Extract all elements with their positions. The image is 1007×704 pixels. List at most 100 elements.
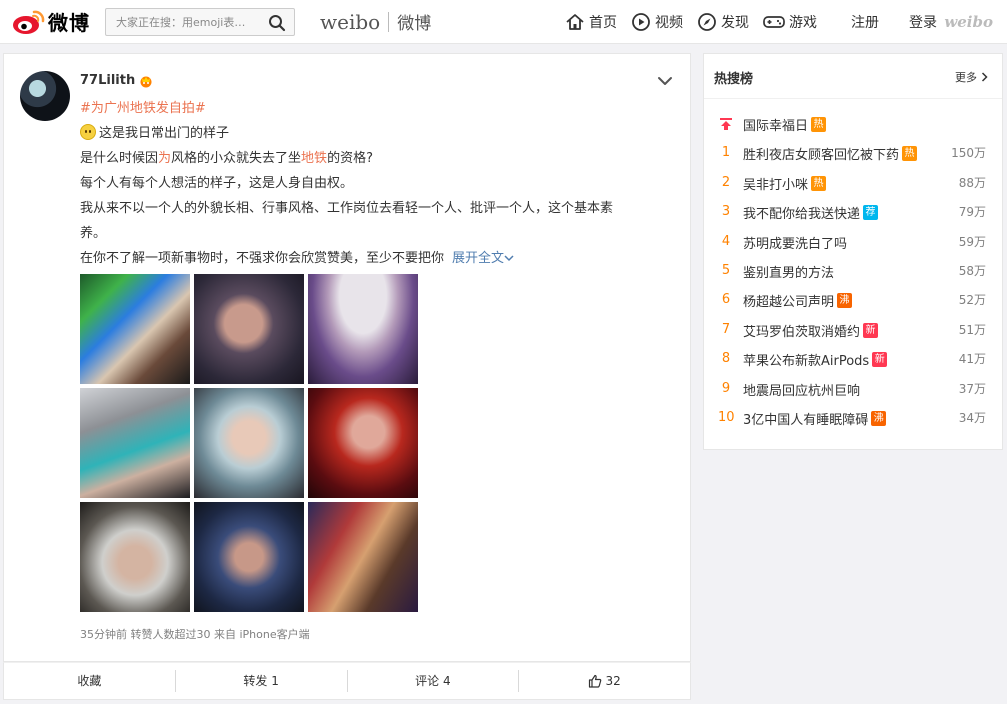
hot-count: 150万 bbox=[951, 146, 986, 161]
comment-label: 评论 4 bbox=[415, 674, 451, 688]
like-count: 32 bbox=[605, 674, 621, 688]
post-line-4b: 养。 bbox=[80, 226, 107, 241]
hot-rank: 4 bbox=[721, 233, 731, 249]
hot-word: 吴非打小咪热 bbox=[743, 174, 827, 193]
post-photo-3[interactable] bbox=[308, 274, 418, 384]
hot-search-row[interactable]: 2 吴非打小咪热 88万 bbox=[704, 168, 1002, 197]
post-photo-8[interactable] bbox=[194, 502, 304, 612]
hot-search-row[interactable]: 4 苏明成要洗白了吗 59万 bbox=[704, 227, 1002, 256]
post-line-4a: 我从来不以一个人的外貌长相、行事风格、工作岗位去看轻一个人、批评一个人，这个基本… bbox=[80, 201, 614, 216]
expand-label: 展开全文 bbox=[452, 251, 505, 266]
hot-word-text: 鉴别直男的方法 bbox=[743, 265, 835, 281]
hot-word-text: 3亿中国人有睡眠障碍 bbox=[743, 412, 869, 428]
post-photo-9[interactable] bbox=[308, 502, 418, 612]
hot-word: 杨超越公司声明沸 bbox=[743, 291, 853, 311]
hot-badge: 荐 bbox=[863, 205, 879, 221]
post-photo-7[interactable] bbox=[80, 502, 190, 612]
compass-icon bbox=[698, 13, 716, 31]
hot-count: 58万 bbox=[958, 263, 986, 278]
hot-count: 51万 bbox=[958, 322, 986, 337]
hot-count: 79万 bbox=[958, 205, 986, 220]
post-line-2a: 是什么时候因 bbox=[80, 151, 159, 166]
hot-search-title: 热搜榜 bbox=[714, 72, 754, 87]
nav-games[interactable]: 游戏 bbox=[763, 12, 817, 32]
hot-search-row[interactable]: 7 艾玛罗伯茨取消婚约新 51万 bbox=[704, 315, 1002, 344]
post-content: #为广州地铁发自拍# 这是我日常出门的样子 是什么时候因为风格的小众就失去了坐地… bbox=[80, 96, 670, 271]
search-icon[interactable] bbox=[268, 14, 286, 32]
expand-full-text-link[interactable]: 展开全文 bbox=[452, 251, 514, 266]
hot-search-row[interactable]: 8 苹果公布新款AirPods 新 41万 bbox=[704, 344, 1002, 373]
nav-home[interactable]: 首页 bbox=[565, 12, 617, 32]
hot-word-text: 苏明成要洗白了吗 bbox=[743, 236, 848, 252]
brand-en: weibo bbox=[320, 9, 381, 34]
main-nav: 首页 视频 发现 游戏 注册 登录 bbox=[565, 0, 937, 44]
nav-home-label: 首页 bbox=[589, 15, 617, 31]
hot-search-header: 热搜榜 更多 bbox=[704, 54, 1002, 99]
post-photo-4[interactable] bbox=[80, 388, 190, 498]
keyword-highlight-1: 为 bbox=[158, 151, 172, 166]
post-photo-2[interactable] bbox=[194, 274, 304, 384]
hot-word-text: 杨超越公司声明 bbox=[743, 295, 835, 311]
comment-button[interactable]: 评论 4 bbox=[346, 670, 519, 692]
post-line-2c: 的资格? bbox=[327, 151, 373, 166]
search-input[interactable] bbox=[106, 9, 266, 35]
post-author: 77Lilith bbox=[80, 73, 153, 88]
hot-word: 我不配你给我送快递荐 bbox=[743, 203, 879, 222]
hot-badge: 热 bbox=[811, 117, 827, 132]
hot-search-row[interactable]: 1 胜利夜店女顾客回忆被下药热 150万 bbox=[704, 138, 1002, 167]
hot-more-link[interactable]: 更多 bbox=[955, 69, 988, 85]
hot-word-text: 苹果公布新款AirPods bbox=[743, 354, 870, 370]
nav-games-label: 游戏 bbox=[789, 15, 817, 31]
home-icon bbox=[566, 14, 584, 30]
post-line-2b: 风格的小众就失去了坐 bbox=[171, 151, 302, 166]
post-photo-1[interactable] bbox=[80, 274, 190, 384]
like-button[interactable]: 32 bbox=[518, 670, 690, 692]
hot-word: 鉴别直男的方法 bbox=[743, 262, 834, 281]
avatar[interactable] bbox=[20, 71, 70, 121]
hot-word-text: 胜利夜店女顾客回忆被下药 bbox=[743, 148, 900, 164]
register-link[interactable]: 注册 bbox=[851, 12, 879, 32]
hot-word: 苹果公布新款AirPods 新 bbox=[743, 350, 888, 370]
hot-rank: 1 bbox=[721, 145, 731, 161]
hot-count: 37万 bbox=[958, 381, 986, 396]
post-line-5: 在你不了解一项新事物时，不强求你会欣赏赞美，至少不要把你 bbox=[80, 251, 445, 266]
chevron-down-icon[interactable] bbox=[656, 74, 674, 88]
pin-top-icon bbox=[720, 118, 732, 130]
hot-word-text: 吴非打小咪 bbox=[743, 177, 809, 193]
post-photo-6[interactable] bbox=[308, 388, 418, 498]
hot-rank: 10 bbox=[718, 409, 735, 425]
hot-count: 52万 bbox=[958, 293, 986, 308]
nav-video[interactable]: 视频 bbox=[631, 12, 683, 32]
hot-badge: 沸 bbox=[837, 293, 853, 309]
topic-hashtag[interactable]: #为广州地铁发自拍# bbox=[80, 101, 206, 116]
post-photo-5[interactable] bbox=[194, 388, 304, 498]
hot-badge: 新 bbox=[872, 352, 888, 368]
brand-cn: 微博 bbox=[397, 14, 432, 34]
chevron-down-small-icon bbox=[504, 255, 514, 262]
collect-button[interactable]: 收藏 bbox=[4, 670, 175, 692]
weibo-logo[interactable]: 微博 bbox=[12, 7, 90, 36]
hot-search-row[interactable]: 3 我不配你给我送快递荐 79万 bbox=[704, 197, 1002, 226]
chevron-right-icon bbox=[981, 72, 988, 82]
username-link[interactable]: 77Lilith bbox=[80, 73, 135, 88]
hot-rank: 8 bbox=[721, 351, 731, 367]
smile-emoji-icon bbox=[80, 124, 96, 140]
hot-word: 苏明成要洗白了吗 bbox=[743, 233, 847, 252]
weibo-eye-icon bbox=[13, 10, 45, 34]
hot-word: 3亿中国人有睡眠障碍沸 bbox=[743, 409, 887, 428]
repost-label: 转发 1 bbox=[243, 674, 279, 688]
login-link[interactable]: 登录 bbox=[909, 12, 937, 32]
nav-discover[interactable]: 发现 bbox=[697, 12, 749, 32]
hot-word: 艾玛罗伯茨取消婚约新 bbox=[743, 321, 879, 340]
hot-search-row[interactable]: 9 地震局回应杭州巨响 37万 bbox=[704, 374, 1002, 403]
hot-search-pinned-row[interactable]: 国际幸福日热 bbox=[704, 109, 1002, 138]
hot-search-row[interactable]: 6 杨超越公司声明沸 52万 bbox=[704, 285, 1002, 314]
hot-search-row[interactable]: 10 3亿中国人有睡眠障碍沸 34万 bbox=[704, 403, 1002, 432]
photo-grid bbox=[80, 274, 420, 614]
hot-word: 地震局回应杭州巨响 bbox=[743, 380, 860, 399]
hot-search-row[interactable]: 5 鉴别直男的方法 58万 bbox=[704, 256, 1002, 285]
brand-wordmark: weibo 微博 bbox=[320, 9, 432, 35]
hot-pinned-text: 国际幸福日 bbox=[743, 119, 809, 134]
repost-button[interactable]: 转发 1 bbox=[174, 670, 347, 692]
post-line-1: 这是我日常出门的样子 bbox=[99, 126, 230, 141]
